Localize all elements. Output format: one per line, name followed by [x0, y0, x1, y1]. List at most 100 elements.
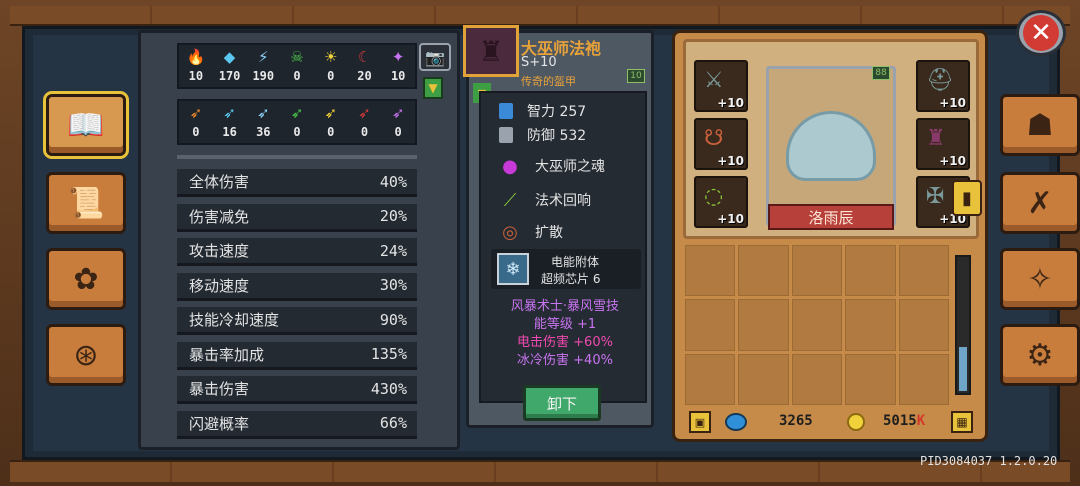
stat-value: 135%	[370, 345, 407, 363]
set-effect-line2: 能等级 +1	[533, 317, 597, 332]
inventory-slot[interactable]	[845, 299, 896, 351]
tab-scroll[interactable]: 📜	[46, 172, 126, 234]
weapon-slot[interactable]: ⚔ +10	[694, 60, 748, 112]
character-name: 洛雨辰	[768, 204, 894, 230]
fire-icon: 🔥	[186, 48, 206, 66]
resistance-ice-arrow: ➶ 16	[213, 101, 247, 143]
resistance-value: 0	[360, 125, 369, 139]
tab-character[interactable]: ☗	[1000, 94, 1080, 156]
inventory-slot[interactable]	[791, 245, 843, 297]
helmet-slot[interactable]: ⛑ +10	[916, 60, 970, 112]
inventory-slot[interactable]	[738, 245, 789, 297]
version-label: PID3084037 1.2.0.20	[920, 454, 1058, 468]
robe-icon: ♜	[463, 25, 519, 77]
resistance-purple-gem: ✦ 10	[381, 45, 415, 87]
tab-talents[interactable]: ✧	[1000, 248, 1080, 310]
resistance-row-1: 🔥 10 ◆ 170 ⚡ 190 ☠ 0 ☀ 0 ☾ 20 ✦ 10	[177, 43, 417, 89]
close-button[interactable]: ✕	[1016, 10, 1066, 56]
crossed-swords-icon: ✗	[1027, 185, 1053, 221]
attr-intelligence: 智力 257	[499, 101, 586, 121]
lock-icon[interactable]: ▣	[689, 411, 711, 433]
ring-spread-icon: ◎	[502, 221, 518, 243]
purple-flame-icon: ●	[502, 155, 518, 177]
stat-label: 移动速度	[189, 276, 250, 295]
crescent-icon: ☾	[357, 48, 372, 66]
amulet-slot[interactable]: ☋ +10	[694, 118, 748, 170]
stat-row: 全体伤害 40%	[177, 169, 417, 197]
character-portrait	[766, 66, 896, 226]
inventory-slot[interactable]	[898, 299, 949, 351]
gear-icon: ⚙	[1026, 337, 1054, 373]
inventory-slot[interactable]	[845, 353, 896, 405]
resistance-value: 20	[357, 69, 372, 83]
character-badge: 88	[872, 66, 890, 80]
stat-row: 暴击率加成 135%	[177, 341, 417, 370]
stat-label: 技能冷却速度	[189, 311, 280, 329]
camera-button[interactable]: 📷	[419, 43, 451, 71]
item-badge: 10	[627, 69, 645, 83]
lightning-icon: ⚡	[258, 48, 269, 66]
skill-archmage-soul[interactable]: ● 大巫师之魂	[495, 151, 605, 181]
gem-icon	[725, 413, 747, 431]
stats-panel: 🔥 10 ◆ 170 ⚡ 190 ☠ 0 ☀ 0 ☾ 20 ✦ 10 ➶ 0 ➶ 16 ➶ 36 ➶ 0 ➶ 0 ➶ 0 ➶ 0 📷…	[138, 30, 460, 450]
tab-skills[interactable]: ✗	[1000, 172, 1080, 234]
inventory-slot[interactable]	[685, 245, 736, 297]
unequip-button[interactable]: 卸下	[523, 385, 601, 421]
stat-label: 全体伤害	[189, 173, 250, 191]
stat-value: 24%	[379, 241, 407, 260]
effect-lightning-damage: 电击伤害 +60%	[517, 335, 613, 350]
stat-label: 攻击速度	[189, 242, 250, 260]
overclock-chip[interactable]: ❄ 电能附体 超频芯片 6	[491, 249, 641, 289]
stat-value: 430%	[370, 379, 407, 398]
armor-slot[interactable]: ♜ +10	[916, 118, 970, 170]
item-attribute-list: 智力 257 防御 532 ● 大巫师之魂 ⟋ 法术回响 ◎ 扩散 ❄ 电能附体…	[479, 91, 647, 403]
inventory-slot[interactable]	[738, 353, 789, 405]
stat-value: 90%	[379, 310, 407, 329]
resistance-value: 10	[188, 69, 204, 83]
bookmark-icon[interactable]: ▼	[423, 77, 443, 99]
inventory-slot[interactable]	[898, 245, 949, 297]
grid-menu-icon[interactable]: ▦	[951, 411, 973, 433]
book-icon: 📖	[67, 107, 105, 143]
tab-pets[interactable]: ✿	[46, 248, 126, 310]
gold-count: 5015K	[883, 413, 926, 429]
inventory-slot[interactable]	[738, 299, 789, 351]
resistance-value: 190	[252, 69, 275, 83]
skill-spell-echo[interactable]: ⟋ 法术回响	[495, 185, 591, 215]
inventory-slot[interactable]	[685, 353, 736, 405]
stat-label: 暴击伤害	[189, 380, 250, 398]
stat-row: 闪避概率 66%	[177, 410, 417, 439]
tab-journal[interactable]: 📖	[43, 91, 129, 159]
resistance-value: 170	[218, 69, 241, 83]
resistance-value: 0	[192, 125, 200, 139]
resistance-lightning-arrow: ➶ 36	[246, 101, 280, 143]
character-equipment: ⚔ +10 ⛑ +10 ☋ +10 ♜ +10 ◌ +10 ✠ +10 88 洛雨辰	[683, 39, 979, 239]
resistance-poison-skull: ☠ 0	[280, 45, 314, 87]
resistance-fire: 🔥 10	[179, 45, 213, 87]
inventory-slot[interactable]	[845, 245, 896, 297]
scroll-thumb[interactable]	[959, 347, 967, 391]
resistance-sun-arrow: ➶ 0	[314, 101, 348, 143]
tab-settings[interactable]: ⚙	[1000, 324, 1080, 386]
item-detail-panel: ♜ 大巫师法袍 S+10 传奇的盔甲 10 ▼ 智力 257 防御 532 ● …	[463, 25, 654, 428]
resistance-sun: ☀ 0	[314, 45, 348, 87]
skill-spread[interactable]: ◎ 扩散	[495, 217, 563, 247]
inventory-slot[interactable]	[898, 353, 949, 405]
ice-arrow-icon: ➶	[223, 104, 236, 122]
arcane-arrow-icon: ➶	[391, 104, 405, 122]
amulet-icon: ☋	[704, 126, 724, 151]
expand-arrow-icon[interactable]: ▮	[952, 180, 982, 216]
ring-slot[interactable]: ◌ +10	[694, 176, 748, 228]
inventory-slot[interactable]	[685, 299, 736, 351]
inventory-scrollbar[interactable]	[955, 255, 971, 395]
inventory-slot[interactable]	[791, 353, 843, 405]
shield-icon	[499, 127, 513, 143]
resistance-value: 16	[222, 125, 237, 139]
tab-vehicle[interactable]: ⊛	[46, 324, 126, 386]
fire-arrow-icon: ➶	[189, 104, 203, 122]
resistance-row-2: ➶ 0 ➶ 16 ➶ 36 ➶ 0 ➶ 0 ➶ 0 ➶ 0	[177, 99, 417, 145]
stat-label: 闪避概率	[189, 414, 250, 433]
inventory-slot[interactable]	[791, 299, 843, 351]
resistance-ice-crystal: ◆ 170	[213, 45, 247, 87]
inventory-grid	[685, 245, 949, 405]
